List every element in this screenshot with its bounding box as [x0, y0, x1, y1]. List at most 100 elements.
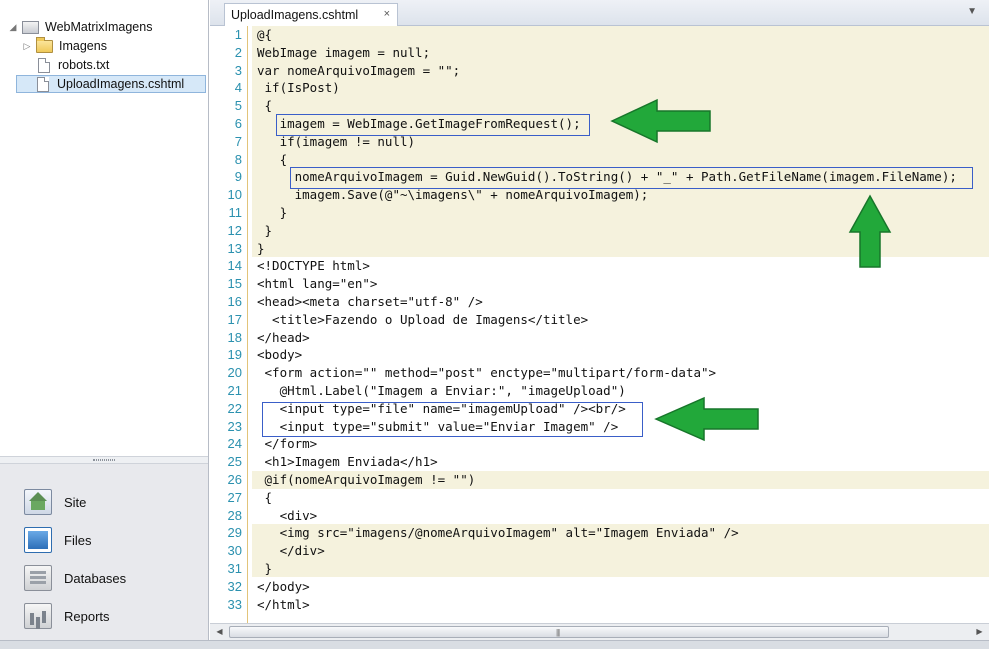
line-number: 18	[227, 329, 242, 345]
site-icon	[24, 489, 52, 515]
tab-uploadimagens[interactable]: UploadImagens.cshtml ×	[224, 3, 398, 26]
code-text: if(IsPost)	[257, 80, 340, 96]
editor-tabstrip: UploadImagens.cshtml × ▼	[210, 0, 989, 26]
tab-label: UploadImagens.cshtml	[231, 8, 359, 22]
code-text: }	[257, 205, 288, 220]
line-number: 2	[234, 44, 242, 60]
line-number: 23	[227, 418, 242, 434]
expand-triangle-icon[interactable]: ▷	[22, 41, 32, 52]
workspace-label: Databases	[64, 570, 127, 586]
code-text: <title>Fazendo o Upload de Imagens</titl…	[257, 311, 589, 327]
workspace-reports[interactable]: Reports	[0, 597, 208, 635]
gutter-divider	[247, 26, 248, 623]
code-text: </div>	[257, 543, 325, 559]
line-number: 15	[227, 276, 242, 292]
line-number: 22	[227, 400, 242, 416]
annotation-box	[290, 167, 973, 189]
file-tree: ◢ WebMatrixImagens ▷ Imagens robots.txt …	[0, 0, 208, 456]
grip-icon: |||	[556, 628, 560, 637]
code-text: WebImage imagem = null;	[257, 44, 431, 60]
line-number: 19	[227, 347, 242, 363]
code-text: </html>	[257, 596, 310, 612]
code-text: }	[257, 561, 273, 576]
workspace-files[interactable]: Files	[0, 521, 208, 559]
line-number: 8	[234, 151, 242, 167]
line-number: 24	[227, 436, 242, 452]
workspace-databases[interactable]: Databases	[0, 559, 208, 597]
pane-splitter[interactable]	[0, 456, 208, 464]
line-number: 16	[227, 294, 242, 309]
line-number: 14	[227, 258, 242, 274]
tree-item-imagens[interactable]: ▷ Imagens	[22, 36, 107, 55]
code-text: <head><meta charset="utf-8" />	[257, 294, 483, 309]
line-number: 4	[234, 80, 242, 96]
files-icon	[24, 527, 52, 553]
workspace-label: Site	[64, 494, 87, 510]
line-number: 17	[227, 311, 242, 327]
databases-icon	[24, 565, 52, 591]
tree-root-item[interactable]: ◢ WebMatrixImagens	[8, 18, 153, 36]
line-number: 28	[227, 507, 242, 523]
line-number: 20	[227, 365, 242, 381]
code-text: @Html.Label("Imagem a Enviar:", "imageUp…	[257, 383, 626, 398]
code-text: {	[257, 151, 288, 167]
line-number: 6	[234, 116, 242, 131]
line-number: 25	[227, 454, 242, 470]
workspace-label: Files	[64, 532, 92, 548]
code-text: @{	[257, 27, 273, 42]
horizontal-scrollbar[interactable]: ◀ ||| ▶	[210, 623, 989, 640]
line-number: 3	[234, 62, 242, 78]
code-text: <html lang="en">	[257, 276, 378, 292]
workspace-label: Reports	[64, 608, 110, 624]
line-number: 33	[227, 596, 242, 612]
line-number: 7	[234, 133, 242, 149]
line-number: 13	[227, 240, 242, 256]
annotation-box	[276, 114, 590, 136]
green-arrow-left-icon	[654, 396, 759, 442]
line-number: 31	[227, 561, 242, 576]
code-text: var nomeArquivoImagem = "";	[257, 62, 461, 78]
tree-item-label: UploadImagens.cshtml	[57, 77, 185, 91]
code-text: {	[257, 98, 273, 114]
file-icon	[37, 76, 49, 92]
line-number: 26	[227, 472, 242, 487]
file-icon	[38, 57, 50, 73]
green-arrow-left-icon	[610, 98, 711, 144]
tree-item-robots[interactable]: robots.txt	[36, 56, 109, 74]
line-number: 11	[228, 205, 243, 220]
left-pane: ◢ WebMatrixImagens ▷ Imagens robots.txt …	[0, 0, 209, 649]
code-text: <form action="" method="post" enctype="m…	[257, 365, 717, 381]
green-arrow-up-icon	[848, 194, 892, 268]
code-text: {	[257, 489, 273, 505]
line-number: 29	[227, 525, 242, 541]
code-editor[interactable]: 1 @{ 2 WebImage imagem = null; 3 var nomeArqu…	[210, 26, 989, 623]
line-number: 21	[227, 383, 242, 398]
code-text: </body>	[257, 578, 310, 594]
code-text: <h1>Imagem Enviada</h1>	[257, 454, 438, 470]
line-number: 30	[227, 543, 242, 559]
scroll-right-icon[interactable]: ▶	[972, 625, 987, 639]
line-number: 27	[227, 489, 242, 505]
tree-item-label: Imagens	[59, 39, 107, 53]
status-bar	[0, 640, 989, 649]
close-icon[interactable]: ×	[384, 8, 390, 20]
code-text: <!DOCTYPE html>	[257, 258, 370, 274]
annotation-box	[262, 402, 643, 437]
chevron-down-icon[interactable]: ▼	[967, 6, 977, 17]
collapse-triangle-icon[interactable]: ◢	[8, 22, 18, 33]
line-number: 12	[227, 222, 242, 238]
tree-item-label: robots.txt	[58, 58, 110, 72]
splitter-grip-icon[interactable]	[93, 459, 115, 461]
folder-icon	[36, 36, 53, 53]
workspace-site[interactable]: Site	[0, 483, 208, 521]
website-icon	[22, 20, 39, 34]
code-text: <img src="imagens/@nomeArquivoImagem" al…	[257, 525, 739, 541]
line-number: 9	[234, 169, 242, 185]
line-number: 1	[234, 27, 242, 42]
line-number: 10	[227, 187, 242, 203]
tree-item-uploadimagens[interactable]: UploadImagens.cshtml	[16, 75, 206, 93]
code-text: </form>	[257, 436, 318, 452]
scrollbar-thumb[interactable]: |||	[229, 626, 889, 638]
scroll-left-icon[interactable]: ◀	[212, 625, 227, 639]
reports-icon	[24, 603, 52, 629]
